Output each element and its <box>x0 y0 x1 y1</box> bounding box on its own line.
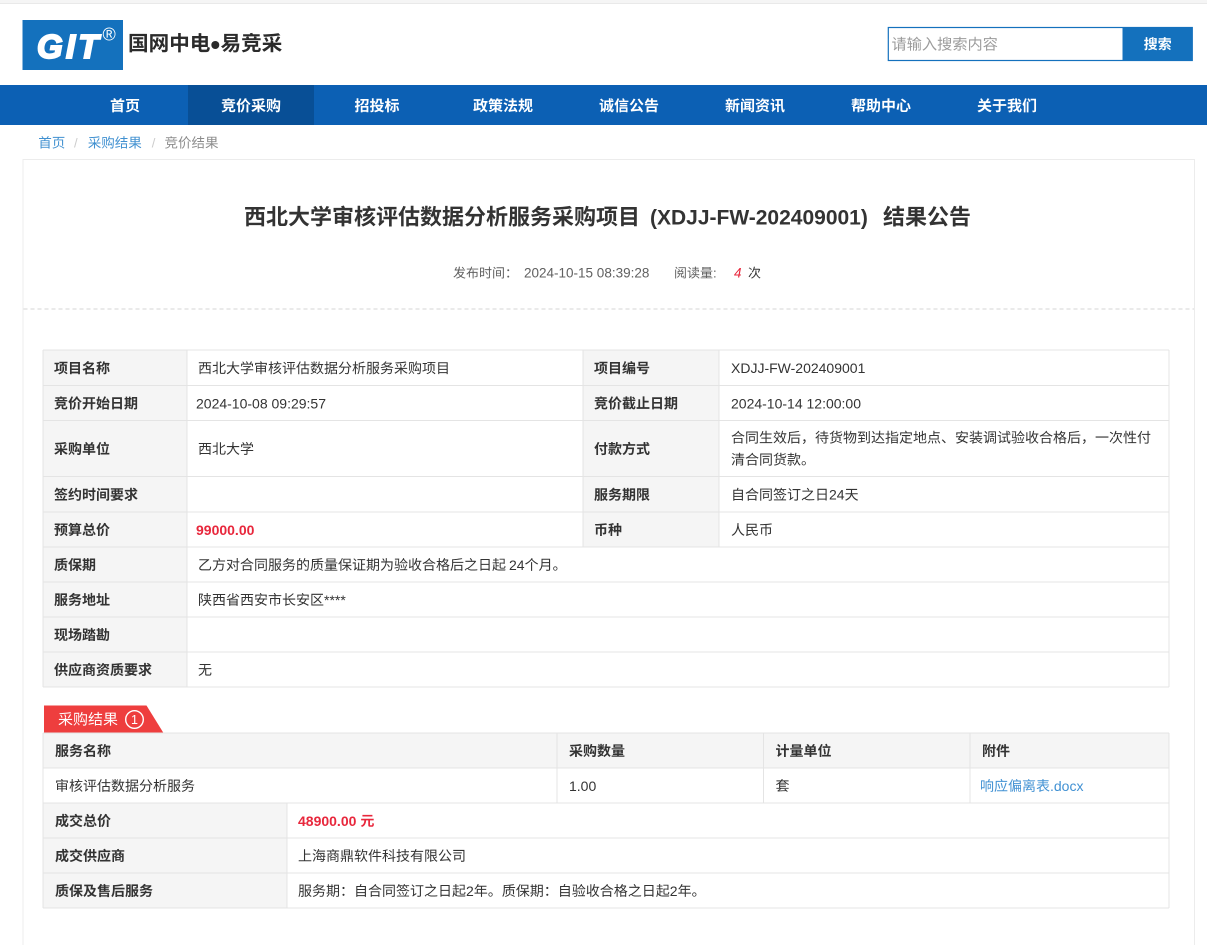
svg-text:1: 1 <box>131 713 138 727</box>
svg-text:2: 2 <box>466 883 474 899</box>
svg-text:99000.00: 99000.00 <box>196 522 255 538</box>
svg-text:24: 24 <box>829 487 845 503</box>
svg-text:.docx: .docx <box>1050 778 1083 794</box>
svg-text:/: / <box>152 136 156 151</box>
svg-text:24: 24 <box>509 557 525 573</box>
svg-text:****: **** <box>324 592 346 608</box>
svg-text:GIT: GIT <box>37 28 102 65</box>
svg-text:48900.00: 48900.00 <box>298 813 357 829</box>
svg-text:®: ® <box>103 25 116 45</box>
svg-text:1.00: 1.00 <box>569 778 596 794</box>
svg-text:2024-10-15 08:39:28: 2024-10-15 08:39:28 <box>524 266 649 281</box>
svg-text:2: 2 <box>670 883 678 899</box>
svg-text:XDJJ-FW-202409001: XDJJ-FW-202409001 <box>731 360 866 376</box>
svg-text:/: / <box>74 136 78 151</box>
svg-text:(XDJJ-FW-202409001): (XDJJ-FW-202409001) <box>650 207 868 230</box>
svg-text:4: 4 <box>734 266 742 281</box>
svg-text:2024-10-08 09:29:57: 2024-10-08 09:29:57 <box>196 395 326 411</box>
svg-text:2024-10-14 12:00:00: 2024-10-14 12:00:00 <box>731 395 861 411</box>
svg-text::: : <box>713 266 717 281</box>
